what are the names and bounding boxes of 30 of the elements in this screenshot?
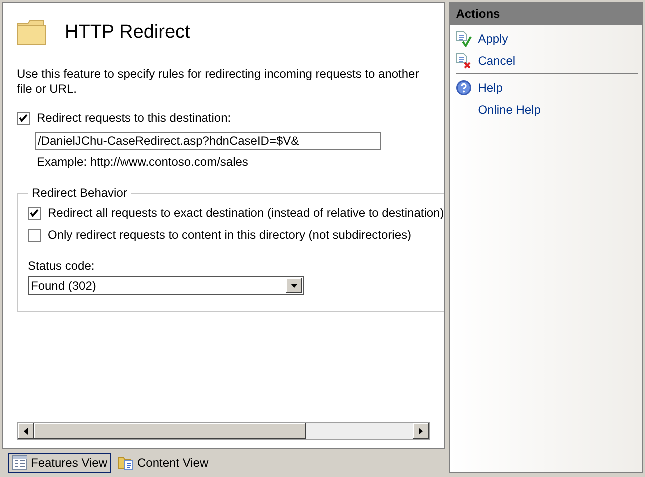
action-link[interactable]: Help [478,80,503,94]
checkbox-label: Redirect requests to this destination: [37,111,232,125]
folder-icon [17,20,47,46]
scroll-left-icon [24,428,28,434]
status-code-label: Status code: [28,259,96,273]
scroll-right-icon [419,428,424,434]
checkbox-label: Only redirect requests to content in this directory (not subdirectories) [48,228,412,242]
dropdown-arrow-icon [290,284,298,288]
destination-field[interactable]: /DanielJChu-CaseRedirect.asp?hdnCaseID=$V& [35,132,381,150]
document-check-icon [456,30,472,46]
example-text: Example: http://www.contoso.com/sales [37,155,250,169]
help-icon [456,80,472,96]
checkbox[interactable] [28,206,41,220]
checkbox[interactable] [17,112,30,124]
group-title: Redirect Behavior [31,186,128,200]
document-cross-icon [456,52,472,68]
checkbox[interactable] [28,228,41,242]
grid-view-icon [12,455,28,471]
status-code-dropdown[interactable]: Found (302) [28,276,304,295]
action-link[interactable]: Apply [478,32,508,46]
view-tab[interactable]: Features View [8,453,112,473]
action-link[interactable]: Online Help [478,102,541,116]
actions-header: Actions [450,3,642,25]
action-link[interactable]: Cancel [478,54,516,68]
view-tab[interactable]: Content View [114,453,213,473]
description: Use this feature to specify rules for redirecting incoming requests to another file or URL. [17,67,420,97]
checkbox-label: Redirect all requests to exact destination (instead of relative to destination) [48,206,444,220]
page-title: HTTP Redirect [65,22,190,44]
folder-document-icon [118,455,134,471]
horizontal-scrollbar[interactable] [17,422,430,440]
